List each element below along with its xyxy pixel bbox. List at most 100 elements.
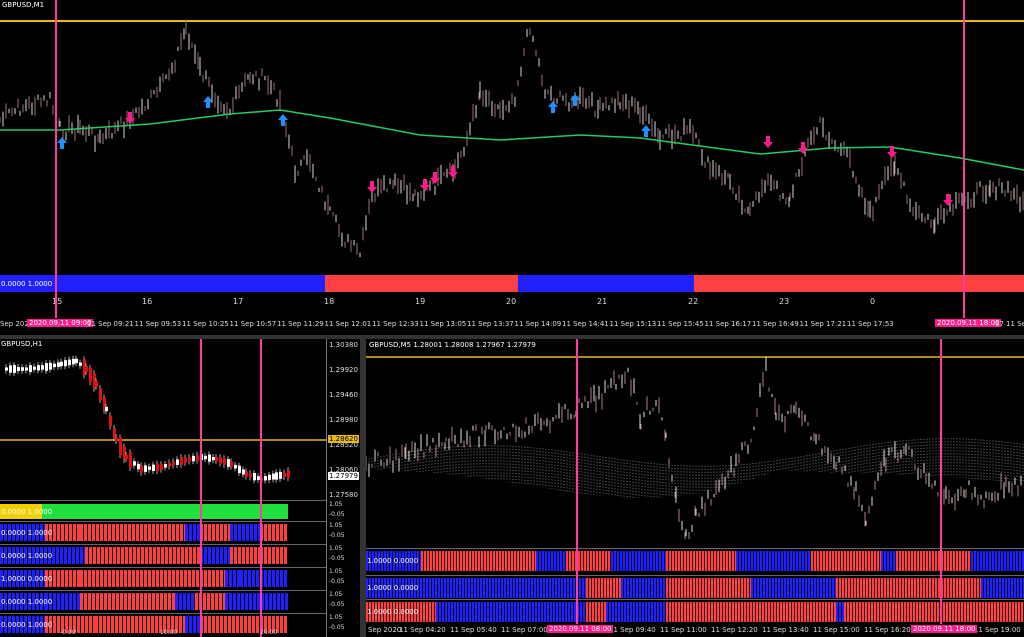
strip-bar <box>629 551 632 571</box>
strip-bar <box>451 602 454 622</box>
strip-bar <box>814 551 817 571</box>
window-title: GBPUSD,M1 <box>2 1 45 9</box>
h1-price-chart[interactable] <box>0 339 326 499</box>
candle <box>75 358 78 364</box>
strip-bar <box>892 602 895 622</box>
strip-bar <box>513 578 516 598</box>
strip-bar <box>529 551 532 571</box>
strip-bar <box>451 551 454 571</box>
strip-bar <box>460 551 463 571</box>
indicator-subwindow[interactable]: 0.0000 1.0000 <box>0 500 326 522</box>
indicator-subwindow[interactable]: 1.0000 0.0000 <box>366 599 1024 624</box>
strip-bar <box>69 524 72 541</box>
strip-bar <box>96 524 99 541</box>
strip-bar <box>192 570 195 587</box>
strip-bar <box>436 551 439 571</box>
strip-bar <box>65 593 68 610</box>
strip-bar <box>766 551 769 571</box>
strip-bar <box>570 578 573 598</box>
strip-bar <box>586 602 589 622</box>
strip-bar <box>672 602 675 622</box>
strip-scale-label: -0.05 <box>329 511 345 518</box>
strip-bar <box>80 570 83 587</box>
strip-bar <box>607 578 610 598</box>
strip-bar <box>442 602 445 622</box>
strip-segment <box>694 275 1024 292</box>
indicator-subwindow[interactable]: 1.0000 0.0000 <box>0 567 326 589</box>
strip-bar <box>284 570 287 587</box>
strip-bar <box>546 578 549 598</box>
time-label: 11 Sep 17:21 <box>799 320 847 328</box>
strip-bar <box>847 551 850 571</box>
strip-bar <box>429 578 432 598</box>
strip-bar <box>702 551 705 571</box>
strip-bar <box>132 593 135 610</box>
strip-bar <box>789 602 792 622</box>
strip-bar <box>828 602 831 622</box>
hour-scale: 15 16 17 18 19 20 21 22 23 0 <box>0 297 1024 309</box>
strip-bar <box>998 551 1001 571</box>
candle <box>41 365 44 370</box>
strip-bar <box>429 602 432 622</box>
strip-bar <box>189 524 192 541</box>
strip-bar <box>281 593 284 610</box>
strip-bar <box>88 570 91 587</box>
strip-bar <box>204 524 207 541</box>
strip-bar <box>590 551 593 571</box>
strip-bar <box>432 602 435 622</box>
strip-bar <box>836 578 839 598</box>
strip-bar <box>693 578 696 598</box>
strip-bar <box>874 602 877 622</box>
indicator-subwindow[interactable]: 1.0000 0.0000 <box>366 575 1024 600</box>
m1-price-chart[interactable] <box>0 0 1024 270</box>
strip-bar <box>225 593 228 610</box>
chart-window-gbpusd-h1[interactable]: GBPUSD,H1 1.30380 1.29920 1.29460 1.28980 1.… <box>0 339 360 637</box>
strip-bar <box>542 551 545 571</box>
strip-scale-label: -0.05 <box>329 578 345 585</box>
strip-bar <box>582 578 585 598</box>
strip-bar <box>807 602 810 622</box>
chart-window-gbpusd-m1[interactable]: GBPUSD,M1 0.0000 1.0000 15 16 17 18 19 20 21 22… <box>0 0 1024 335</box>
strip-bar <box>905 578 908 598</box>
strip-bar <box>896 578 899 598</box>
strip-bar <box>556 602 559 622</box>
candle <box>29 365 32 373</box>
strip-bar <box>974 578 977 598</box>
strip-bar <box>699 602 702 622</box>
strip-bar <box>771 602 774 622</box>
strip-bar <box>871 602 874 622</box>
strip-label: 0.0000 1.0000 <box>1 528 53 537</box>
strip-bar <box>1006 602 1009 622</box>
strip-bar <box>659 551 662 571</box>
indicator-subwindow[interactable]: 0.0000 1.0000 <box>0 521 326 543</box>
strip-bar <box>736 551 739 571</box>
strip-bar <box>801 602 804 622</box>
time-cursor-tag: 2020.09.11 09:00 <box>27 319 94 327</box>
strip-bar <box>559 602 562 622</box>
strip-bar <box>857 578 860 598</box>
strip-bar <box>950 551 953 571</box>
strip-bar <box>526 551 529 571</box>
indicator-strip[interactable]: 0.0000 1.0000 <box>0 273 1024 294</box>
strip-bar <box>268 524 271 541</box>
strip-bar <box>991 602 994 622</box>
m5-price-chart[interactable] <box>366 339 1024 539</box>
indicator-subwindow[interactable]: 0.0000 1.0000 <box>0 544 326 566</box>
strip-bar <box>808 578 811 598</box>
strip-bar <box>923 551 926 571</box>
candle <box>85 366 88 372</box>
strip-bar <box>57 593 60 610</box>
time-label: 11 Sep 12:33 <box>372 320 419 328</box>
strip-bar <box>657 578 660 598</box>
strip-bar <box>426 602 429 622</box>
indicator-subwindow[interactable]: 1.0000 0.0000 <box>366 548 1024 573</box>
strip-bar <box>916 602 919 622</box>
strip-bar <box>184 570 187 587</box>
strip-bar <box>775 551 778 571</box>
strip-bar <box>650 551 653 571</box>
indicator-subwindow[interactable]: 0.0000 1.0000 <box>0 590 326 612</box>
strip-bar <box>280 570 283 587</box>
chart-window-gbpusd-m5[interactable]: GBPUSD,M5 1.28001 1.28008 1.27967 1.2797… <box>366 339 1024 637</box>
time-label: 11 Sep 11:29 <box>277 320 324 328</box>
strip-bar <box>638 551 641 571</box>
